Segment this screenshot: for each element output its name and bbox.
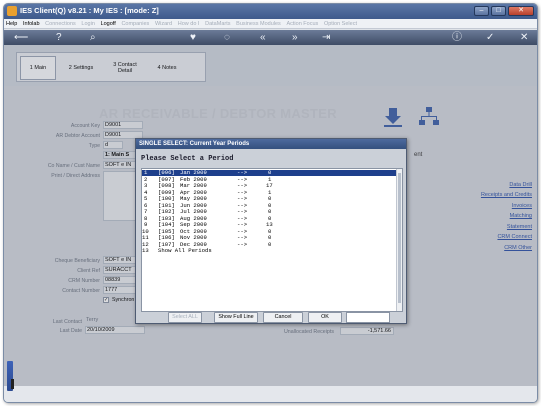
window-title: IES Client(Q) v8.21 : My IES : [mode: Z] <box>20 6 159 15</box>
menu-item-action-focus: Action Focus <box>286 21 319 27</box>
maximize-button[interactable]: □ <box>491 6 506 16</box>
menu-item-wizard: Wizard <box>154 21 173 27</box>
checkmark-icon[interactable]: ✓ <box>486 31 494 44</box>
ok-button[interactable]: OK <box>308 312 342 323</box>
skip-end-icon[interactable]: ⇥ <box>322 31 330 44</box>
menu-item-datamarts: DataMarts <box>205 21 231 27</box>
title-bar[interactable]: IES Client(Q) v8.21 : My IES : [mode: Z]… <box>4 4 537 19</box>
menu-item-connections: Connections <box>45 21 76 27</box>
menu-item-login: Login <box>81 21 95 27</box>
menu-item-how-do-i: How do I <box>177 21 200 27</box>
close-button[interactable]: ✕ <box>508 6 534 16</box>
menu-item-logoff[interactable]: Logoff <box>99 19 118 29</box>
back-arrow-icon[interactable]: ⟵ <box>14 31 28 44</box>
heart-icon[interactable]: ♥ <box>190 31 196 44</box>
menu-item-infolab[interactable]: Infolab <box>21 19 42 29</box>
period-list[interactable]: 1 [096] Jan 2009 --> 0 2 [097] Feb 2009 --> 1 3[… <box>141 168 403 312</box>
side-strip-marker <box>11 379 14 389</box>
list-item[interactable]: 13 Show All Periods <box>142 247 402 254</box>
app-icon <box>7 6 17 16</box>
select-all-button[interactable]: Select ALL <box>168 312 202 323</box>
dialog-prompt: Please Select a Period <box>141 155 234 163</box>
rewind-icon[interactable]: « <box>260 31 266 44</box>
status-bar <box>4 386 537 402</box>
toolbar: ⟵ ? ⌕ ♥ ◌ « » ⇥ ⓘ ✓ ✕ <box>4 30 537 45</box>
menu-item-companies: Companies <box>121 21 150 27</box>
dialog-button-row: Select ALL Show Full Line Cancel OK <box>136 312 406 324</box>
dialog-input-field[interactable] <box>346 312 390 323</box>
cancel-button[interactable]: Cancel <box>263 312 303 323</box>
minimize-button[interactable]: – <box>474 6 489 16</box>
menu-item-help[interactable]: Help <box>4 19 19 29</box>
ring-icon[interactable]: ◌ <box>224 31 230 44</box>
info-icon[interactable]: ⓘ <box>452 31 462 44</box>
help-icon[interactable]: ? <box>56 31 62 44</box>
scrollbar-thumb[interactable] <box>398 173 401 303</box>
list-scrollbar[interactable] <box>396 169 402 311</box>
search-icon[interactable]: ⌕ <box>90 31 96 44</box>
close-icon[interactable]: ✕ <box>520 31 528 44</box>
fast-forward-icon[interactable]: » <box>292 31 298 44</box>
menu-item-option-select: Option Select <box>323 21 357 27</box>
menu-item-business-modules: Business Modules <box>236 21 281 27</box>
menu-bar: Help Infolab Connections Login Logoff Co… <box>4 19 537 29</box>
dialog-title[interactable]: SINGLE SELECT: Current Year Periods <box>136 139 406 149</box>
period-select-dialog: SINGLE SELECT: Current Year Periods Plea… <box>135 138 407 324</box>
show-full-line-button[interactable]: Show Full Line <box>214 312 258 323</box>
